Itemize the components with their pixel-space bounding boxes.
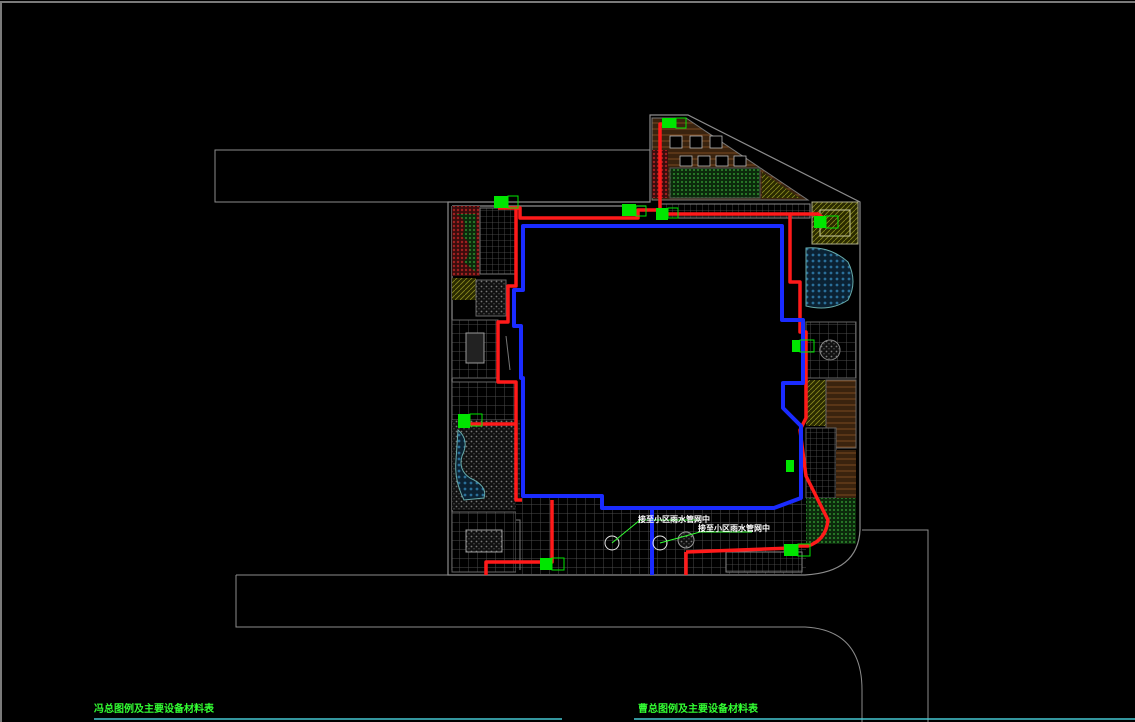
cad-drawing-canvas[interactable]: 接至小区雨水管网中 接至小区雨水管网中 冯总图例及主要设备材料表 曹总图例及主要…	[0, 0, 1135, 722]
northeast-garden	[651, 117, 811, 219]
legend-table-left-title: 冯总图例及主要设备材料表	[94, 702, 215, 715]
west-garden	[451, 206, 520, 573]
legend-table-right: 曹总图例及主要设备材料表	[634, 702, 1135, 720]
outlet-label-1: 接至小区雨水管网中	[638, 514, 710, 524]
building-footprint	[500, 226, 803, 508]
legend-table-left: 冯总图例及主要设备材料表	[94, 702, 562, 720]
outlet-label-2: 接至小区雨水管网中	[698, 523, 770, 533]
legend-table-right-title: 曹总图例及主要设备材料表	[638, 702, 759, 715]
site-plan[interactable]: 接至小区雨水管网中 接至小区雨水管网中 冯总图例及主要设备材料表 曹总图例及主要…	[0, 0, 1135, 722]
